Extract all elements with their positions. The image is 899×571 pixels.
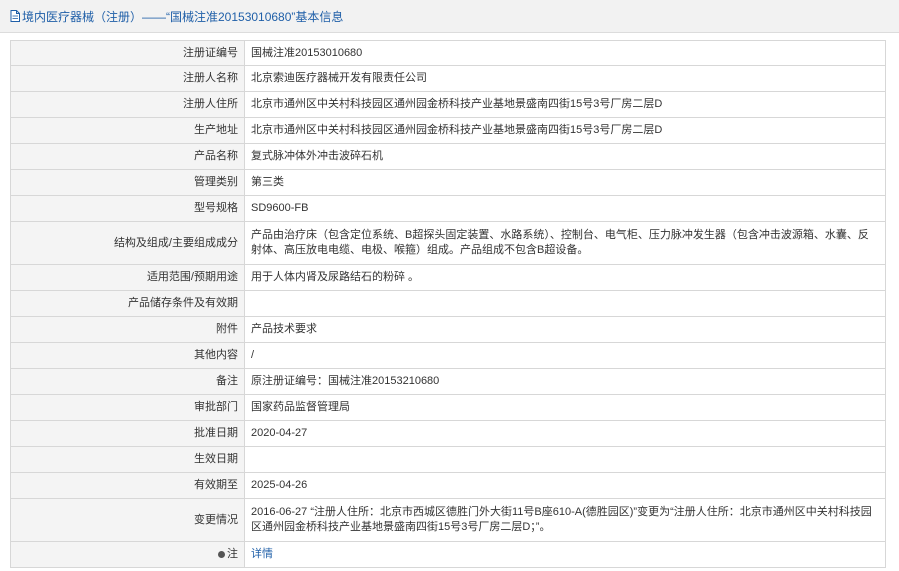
document-icon [10, 10, 20, 22]
row-value [244, 290, 886, 317]
row-value: SD9600-FB [244, 195, 886, 222]
table-row: 注册人住所 北京市通州区中关村科技园区通州园金桥科技产业基地景盛南四街15号3号… [10, 91, 886, 118]
note-label-cell: 注 [10, 541, 245, 568]
row-label: 产品名称 [10, 143, 245, 170]
row-label: 管理类别 [10, 169, 245, 196]
row-value: 国械注准20153010680 [244, 40, 886, 66]
row-label: 注册证编号 [10, 40, 245, 66]
row-label: 产品储存条件及有效期 [10, 290, 245, 317]
table-row: 注册证编号 国械注准20153010680 [10, 40, 886, 66]
row-value: 产品技术要求 [244, 316, 886, 343]
row-value: 复式脉冲体外冲击波碎石机 [244, 143, 886, 170]
table-row: 型号规格 SD9600-FB [10, 195, 886, 222]
row-value: 产品由治疗床（包含定位系统、B超探头固定装置、水路系统）、控制台、电气柜、压力脉… [244, 221, 886, 265]
row-label: 型号规格 [10, 195, 245, 222]
row-label: 注册人住所 [10, 91, 245, 118]
table-row: 注 详情 [10, 541, 886, 568]
table-row: 其他内容 / [10, 342, 886, 369]
page-header: 境内医疗器械（注册）——“国械注准20153010680”基本信息 [0, 0, 899, 33]
table-row: 有效期至 2025-04-26 [10, 472, 886, 499]
table-row: 审批部门 国家药品监督管理局 [10, 394, 886, 421]
note-value-cell: 详情 [244, 541, 886, 568]
table-row: 适用范围/预期用途 用于人体内肾及尿路结石的粉碎 。 [10, 264, 886, 291]
table-row: 变更情况 2016-06-27 “注册人住所：北京市西城区德胜门外大街11号B座… [10, 498, 886, 542]
row-label: 批准日期 [10, 420, 245, 447]
table-row: 结构及组成/主要组成成分 产品由治疗床（包含定位系统、B超探头固定装置、水路系统… [10, 221, 886, 265]
table-row: 生效日期 [10, 446, 886, 473]
row-label: 变更情况 [10, 498, 245, 542]
bullet-icon [218, 550, 225, 558]
row-label: 生产地址 [10, 117, 245, 144]
row-value: 北京索迪医疗器械开发有限责任公司 [244, 65, 886, 92]
row-value: 用于人体内肾及尿路结石的粉碎 。 [244, 264, 886, 291]
row-value: 2025-04-26 [244, 472, 886, 499]
row-label: 审批部门 [10, 394, 245, 421]
row-value: / [244, 342, 886, 369]
table-row: 产品名称 复式脉冲体外冲击波碎石机 [10, 143, 886, 170]
table-row: 产品储存条件及有效期 [10, 290, 886, 317]
page-title: 境内医疗器械（注册）——“国械注准20153010680”基本信息 [22, 9, 344, 24]
row-label: 适用范围/预期用途 [10, 264, 245, 291]
table-row: 管理类别 第三类 [10, 169, 886, 196]
detail-table: 注册证编号 国械注准20153010680 注册人名称 北京索迪医疗器械开发有限… [10, 40, 886, 568]
row-value: 第三类 [244, 169, 886, 196]
row-label: 生效日期 [10, 446, 245, 473]
table-row: 备注 原注册证编号：国械注准20153210680 [10, 368, 886, 395]
row-label: 附件 [10, 316, 245, 343]
row-label: 备注 [10, 368, 245, 395]
table-row: 注册人名称 北京索迪医疗器械开发有限责任公司 [10, 65, 886, 92]
row-label: 结构及组成/主要组成成分 [10, 221, 245, 265]
row-label: 注册人名称 [10, 65, 245, 92]
table-row: 附件 产品技术要求 [10, 316, 886, 343]
row-value: 北京市通州区中关村科技园区通州园金桥科技产业基地景盛南四街15号3号厂房二层D [244, 117, 886, 144]
row-value [244, 446, 886, 473]
row-value: 2020-04-27 [244, 420, 886, 447]
row-label: 其他内容 [10, 342, 245, 369]
row-value: 原注册证编号：国械注准20153210680 [244, 368, 886, 395]
row-label: 有效期至 [10, 472, 245, 499]
table-row: 批准日期 2020-04-27 [10, 420, 886, 447]
table-row: 生产地址 北京市通州区中关村科技园区通州园金桥科技产业基地景盛南四街15号3号厂… [10, 117, 886, 144]
detail-table-container: 注册证编号 国械注准20153010680 注册人名称 北京索迪医疗器械开发有限… [10, 40, 886, 568]
row-value: 2016-06-27 “注册人住所：北京市西城区德胜门外大街11号B座610-A… [244, 498, 886, 542]
row-value: 国家药品监督管理局 [244, 394, 886, 421]
details-link[interactable]: 详情 [251, 548, 273, 560]
row-value: 北京市通州区中关村科技园区通州园金桥科技产业基地景盛南四街15号3号厂房二层D [244, 91, 886, 118]
note-label: 注 [227, 548, 238, 560]
